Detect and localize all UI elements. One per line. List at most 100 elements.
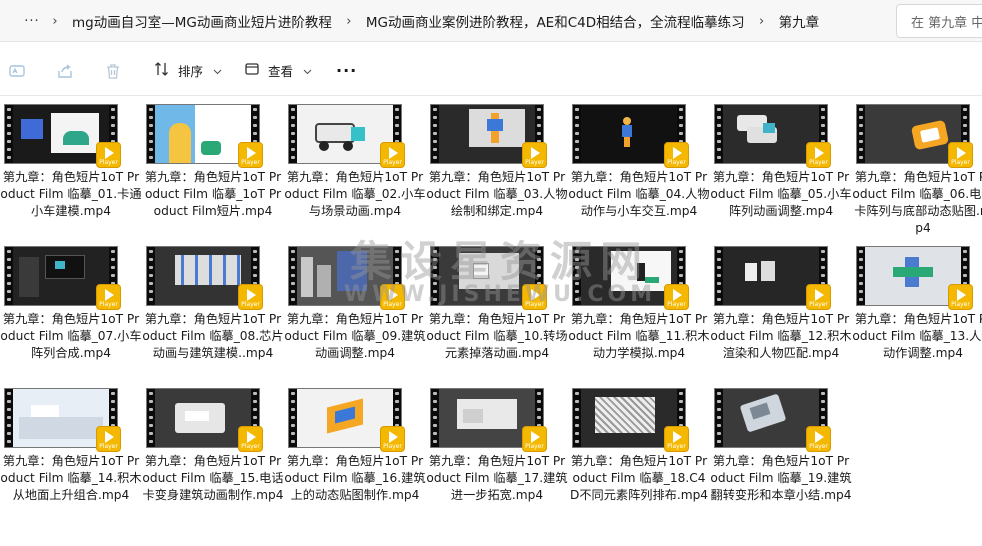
play-icon xyxy=(389,431,398,443)
file-name: 第九章：角色短片1oT Product Film 临摹_02.小车与场景动画.m… xyxy=(284,170,426,218)
file-name: 第九章：角色短片1oT Product Film 临摹_07.小车阵列合成.mp… xyxy=(0,312,142,360)
more-options-button[interactable]: ··· xyxy=(336,56,357,86)
breadcrumb: ··· › mg动画自习室—MG动画商业短片进阶教程 › MG动画商业案例进阶教… xyxy=(0,0,892,42)
view-label: 查看 xyxy=(268,64,294,79)
file-tile[interactable]: Player 第九章：角色短片1oT Product Film 临摹_1oT Pr… xyxy=(142,100,284,240)
breadcrumb-overflow-button[interactable]: ··· xyxy=(22,14,42,29)
play-icon xyxy=(105,147,114,159)
search-input[interactable]: 在 第九章 中 xyxy=(896,4,982,38)
file-name: 第九章：角色短片1oT Product Film 临摹_10.转场元素掉落动画.… xyxy=(426,312,568,360)
player-badge-label: Player xyxy=(667,301,686,308)
player-app-icon: Player xyxy=(380,426,405,452)
player-app-icon: Player xyxy=(806,284,831,310)
file-name: 第九章：角色短片1oT Product Film 临摹_06.电话卡阵列与底部动… xyxy=(852,170,982,235)
file-tile[interactable]: Player 第九章：角色短片1oT Product Film 临摹_14.积木从… xyxy=(0,384,142,524)
sort-icon xyxy=(154,61,170,80)
file-name: 第九章：角色短片1oT Product Film 临摹_13.人物动作调整.mp… xyxy=(852,312,982,360)
chevron-right-icon: › xyxy=(759,13,765,29)
film-strip xyxy=(573,247,581,305)
play-icon xyxy=(531,289,540,301)
command-bar: 排序 查看 ··· xyxy=(0,46,982,96)
sort-label: 排序 xyxy=(178,64,204,79)
player-badge-label: Player xyxy=(241,159,260,166)
file-tile[interactable]: Player 第九章：角色短片1oT Product Film 临摹_09.建筑动… xyxy=(284,242,426,382)
film-strip xyxy=(5,389,13,447)
file-name: 第九章：角色短片1oT Product Film 临摹_15.电话卡变身建筑动画… xyxy=(142,454,284,502)
file-name: 第九章：角色短片1oT Product Film 临摹_08.芯片动画与建筑建模… xyxy=(142,312,284,360)
player-app-icon: Player xyxy=(948,142,973,168)
breadcrumb-item-tutorial[interactable]: MG动画商业案例进阶教程，AE和C4D相结合，全流程临摹练习 xyxy=(362,11,749,31)
play-icon xyxy=(531,431,540,443)
film-strip xyxy=(5,247,13,305)
play-icon xyxy=(105,289,114,301)
file-tile[interactable]: Player 第九章：角色短片1oT Product Film 临摹_06.电话卡… xyxy=(852,100,982,240)
file-tile[interactable]: Player 第九章：角色短片1oT Product Film 临摹_18.C4D… xyxy=(568,384,710,524)
film-strip xyxy=(147,247,155,305)
player-app-icon: Player xyxy=(522,284,547,310)
file-tile[interactable]: Player 第九章：角色短片1oT Product Film 临摹_16.建筑上… xyxy=(284,384,426,524)
delete-icon[interactable] xyxy=(101,59,125,83)
file-tile[interactable]: Player 第九章：角色短片1oT Product Film 临摹_17.建筑进… xyxy=(426,384,568,524)
share-icon[interactable] xyxy=(53,59,77,83)
address-bar: ··· › mg动画自习室—MG动画商业短片进阶教程 › MG动画商业案例进阶教… xyxy=(0,0,982,42)
player-app-icon: Player xyxy=(664,426,689,452)
file-tile[interactable]: Player 第九章：角色短片1oT Product Film 临摹_02.小车与… xyxy=(284,100,426,240)
film-strip xyxy=(5,105,13,163)
view-icon xyxy=(244,61,260,80)
player-app-icon: Player xyxy=(238,426,263,452)
file-name: 第九章：角色短片1oT Product Film 临摹_14.积木从地面上升组合… xyxy=(0,454,142,502)
film-strip xyxy=(857,247,865,305)
player-badge-label: Player xyxy=(525,301,544,308)
file-tile[interactable]: Player 第九章：角色短片1oT Product Film 临摹_11.积木动… xyxy=(568,242,710,382)
file-name: 第九章：角色短片1oT Product Film 临摹_05.小车阵列动画调整.… xyxy=(710,170,852,218)
file-tile[interactable]: Player 第九章：角色短片1oT Product Film 临摹_07.小车阵… xyxy=(0,242,142,382)
play-icon xyxy=(247,431,256,443)
file-name: 第九章：角色短片1oT Product Film 临摹_01.卡通小车建模.mp… xyxy=(0,170,142,218)
file-name: 第九章：角色短片1oT Product Film 临摹_16.建筑上的动态贴图制… xyxy=(284,454,426,502)
chevron-down-icon xyxy=(213,63,222,78)
film-strip xyxy=(715,105,723,163)
play-icon xyxy=(105,431,114,443)
player-badge-label: Player xyxy=(809,301,828,308)
file-grid: Player 第九章：角色短片1oT Product Film 临摹_01.卡通小… xyxy=(0,100,982,546)
file-tile[interactable]: Player 第九章：角色短片1oT Product Film 临摹_03.人物绘… xyxy=(426,100,568,240)
file-tile[interactable]: Player 第九章：角色短片1oT Product Film 临摹_13.人物动… xyxy=(852,242,982,382)
chevron-right-icon: › xyxy=(52,13,58,29)
sort-button[interactable]: 排序 xyxy=(154,56,222,86)
file-tile[interactable]: Player 第九章：角色短片1oT Product Film 临摹_12.积木渲… xyxy=(710,242,852,382)
film-strip xyxy=(147,389,155,447)
player-app-icon: Player xyxy=(664,142,689,168)
player-badge-label: Player xyxy=(383,443,402,450)
file-name: 第九章：角色短片1oT Product Film 临摹_12.积木渲染和人物匹配… xyxy=(710,312,852,360)
player-badge-label: Player xyxy=(383,159,402,166)
player-app-icon: Player xyxy=(96,284,121,310)
film-strip xyxy=(289,389,297,447)
file-tile[interactable]: Player 第九章：角色短片1oT Product Film 临摹_05.小车阵… xyxy=(710,100,852,240)
breadcrumb-item-chapter[interactable]: 第九章 xyxy=(775,11,824,31)
file-name: 第九章：角色短片1oT Product Film 临摹_19.建筑翻转变形和本章… xyxy=(710,454,852,502)
breadcrumb-item-course[interactable]: mg动画自习室—MG动画商业短片进阶教程 xyxy=(68,11,336,31)
view-button[interactable]: 查看 xyxy=(244,56,312,86)
play-icon xyxy=(815,289,824,301)
file-tile[interactable]: Player 第九章：角色短片1oT Product Film 临摹_08.芯片动… xyxy=(142,242,284,382)
play-icon xyxy=(247,147,256,159)
player-app-icon: Player xyxy=(238,284,263,310)
player-app-icon: Player xyxy=(664,284,689,310)
play-icon xyxy=(389,147,398,159)
player-app-icon: Player xyxy=(806,426,831,452)
file-tile[interactable]: Player 第九章：角色短片1oT Product Film 临摹_01.卡通小… xyxy=(0,100,142,240)
file-tile[interactable]: Player 第九章：角色短片1oT Product Film 临摹_04.人物动… xyxy=(568,100,710,240)
player-badge-label: Player xyxy=(241,443,260,450)
film-strip xyxy=(289,105,297,163)
file-name: 第九章：角色短片1oT Product Film 临摹_17.建筑进一步拓宽.m… xyxy=(426,454,568,502)
player-badge-label: Player xyxy=(951,301,970,308)
player-app-icon: Player xyxy=(522,142,547,168)
player-badge-label: Player xyxy=(383,301,402,308)
player-app-icon: Player xyxy=(380,284,405,310)
rename-icon[interactable] xyxy=(5,59,29,83)
file-tile[interactable]: Player 第九章：角色短片1oT Product Film 临摹_15.电话卡… xyxy=(142,384,284,524)
file-tile[interactable]: Player 第九章：角色短片1oT Product Film 临摹_10.转场元… xyxy=(426,242,568,382)
file-name: 第九章：角色短片1oT Product Film 临摹_04.人物动作与小车交互… xyxy=(568,170,710,218)
file-tile[interactable]: Player 第九章：角色短片1oT Product Film 临摹_19.建筑翻… xyxy=(710,384,852,524)
player-badge-label: Player xyxy=(809,159,828,166)
